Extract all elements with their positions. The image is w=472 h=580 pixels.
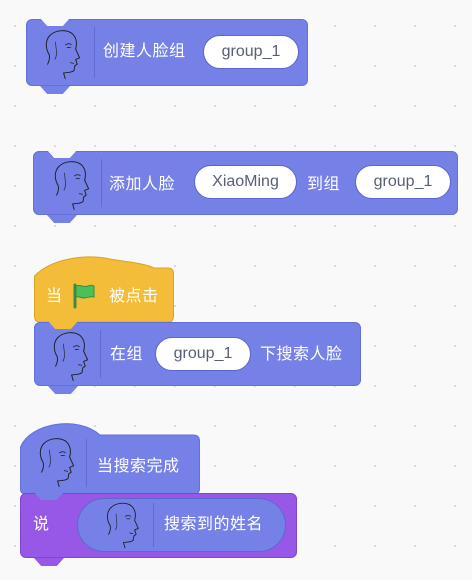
searched-name-label: 搜索到的姓名	[164, 516, 264, 533]
to-group-label: 到组	[307, 176, 341, 193]
green-flag-icon	[73, 283, 95, 309]
search-face-label: 下搜索人脸	[260, 346, 343, 363]
say-label: 说	[33, 516, 50, 533]
group-name-input[interactable]: group_1	[203, 35, 299, 69]
add-face-block[interactable]: 添加人脸 XiaoMing 到组 group_1	[33, 150, 458, 223]
face-profile-icon	[45, 30, 81, 80]
when-label: 当	[46, 288, 63, 305]
face-profile-icon	[106, 502, 139, 549]
when-flag-clicked-block[interactable]: 当 被点击	[34, 250, 174, 330]
face-profile-icon	[53, 332, 89, 382]
search-complete-label: 当搜索完成	[97, 458, 180, 475]
in-group-label: 在组	[110, 346, 144, 363]
clicked-label: 被点击	[109, 288, 159, 305]
on-search-complete-block[interactable]: 当搜索完成	[20, 417, 200, 495]
add-face-label: 添加人脸	[109, 176, 176, 193]
searched-name-reporter[interactable]: 搜索到的姓名	[77, 498, 286, 552]
face-profile-icon	[54, 161, 90, 211]
face-name-input[interactable]: XiaoMing	[194, 165, 297, 199]
create-face-group-label: 创建人脸组	[103, 43, 186, 60]
search-face-block[interactable]: 在组 group_1 下搜索人脸	[34, 321, 361, 394]
create-face-group-block[interactable]: 创建人脸组 group_1	[26, 18, 308, 94]
group-name-input[interactable]: group_1	[355, 165, 451, 199]
group-name-input[interactable]: group_1	[155, 337, 251, 371]
face-profile-icon	[39, 438, 75, 488]
say-block[interactable]: 说 搜索到的姓名	[20, 492, 297, 566]
